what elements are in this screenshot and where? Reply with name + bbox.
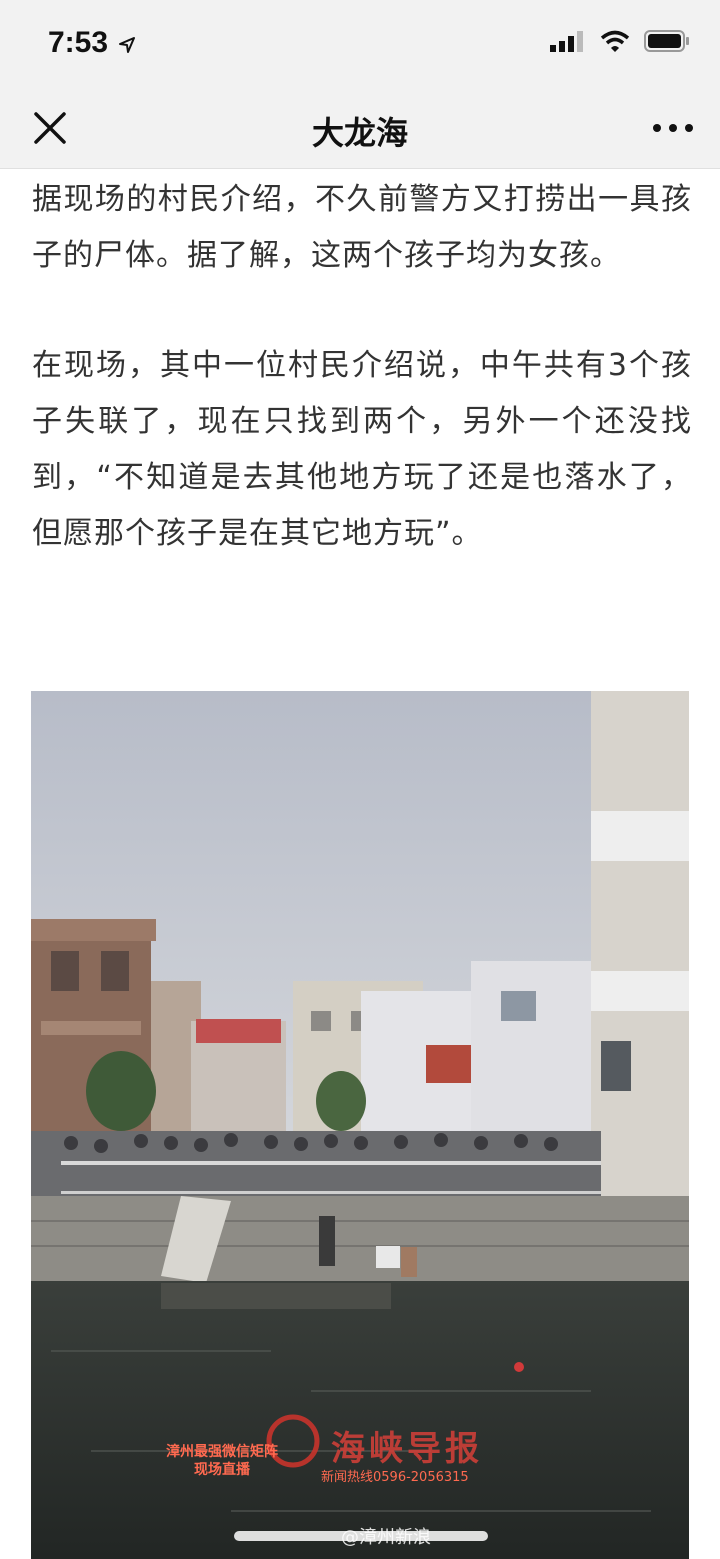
article-photo[interactable]: 漳州最强微信矩阵 现场直播 海峡导报 新闻热线0596-2056315 @漳州新… (31, 691, 689, 1559)
watermark-brand: 海峡导报 (331, 1429, 483, 1469)
watermark-left-line2: 现场直播 (194, 1462, 250, 1478)
watermark-left: 漳州最强微信矩阵 现场直播 (166, 1443, 278, 1479)
battery-icon (644, 30, 689, 52)
cellular-signal-icon (550, 31, 583, 52)
watermark-hotline: 新闻热线0596-2056315 (321, 1470, 469, 1485)
nav-bar: 大龙海 (0, 90, 720, 169)
nav-title: 大龙海 (311, 114, 408, 152)
article-body: 据现场的村民介绍，不久前警方又打捞出一具孩子的尸体。据了解，这两个孩子均为女孩。… (32, 172, 692, 562)
location-arrow-icon (119, 37, 135, 53)
article-paragraph: 在现场，其中一位村民介绍说，中午共有3个孩子失联了，现在只找到两个，另外一个还没… (32, 348, 692, 551)
more-dots-icon[interactable] (652, 116, 694, 140)
status-time: 7:53 (48, 26, 109, 59)
watermark-left-line1: 漳州最强微信矩阵 (166, 1444, 278, 1460)
home-indicator[interactable] (234, 1531, 488, 1541)
wifi-icon (600, 30, 630, 52)
status-icons (550, 30, 690, 52)
article-paragraph: 据现场的村民介绍，不久前警方又打捞出一具孩子的尸体。据了解，这两个孩子均为女孩。 (32, 182, 692, 273)
status-bar: 7:53 (0, 0, 720, 90)
